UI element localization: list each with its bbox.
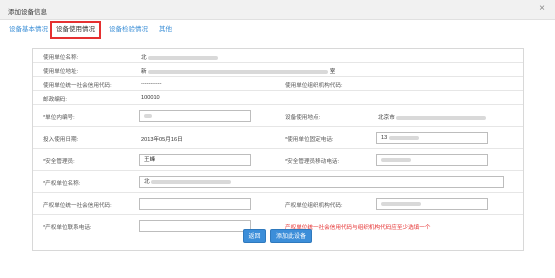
row-safety-manager: *安全管理员: 王峰 *安全管理员移动电话: <box>33 149 523 171</box>
unit-address-label: 使用单位地址: <box>43 69 79 75</box>
location-label: 设备使用地点: <box>285 115 321 121</box>
start-date-label: 投入使用日期: <box>43 137 79 143</box>
tab-basic-info[interactable]: 设备基本情况 <box>6 23 51 37</box>
owner-org-label: 产权单位组织机构代码: <box>285 203 343 209</box>
tab-bar: 设备基本情况 设备使用情况 设备检验情况 其他 <box>0 20 555 39</box>
fixed-phone-label: *使用单位固定电话: <box>285 137 334 143</box>
owner-credit-input[interactable] <box>139 198 251 210</box>
dialog-title: 添加设备信息 <box>8 9 47 16</box>
org-code-label: 使用单位组织机构代码: <box>285 83 343 89</box>
credit-code-label: 使用单位统一社会信用代码: <box>43 83 112 89</box>
close-icon[interactable]: × <box>539 4 545 14</box>
owner-credit-label: 产权单位统一社会信用代码: <box>43 203 112 209</box>
tab-usage-info[interactable]: 设备使用情况 <box>50 21 101 39</box>
row-unit-name: 使用单位名称: 北 <box>33 49 523 63</box>
back-button[interactable]: 返回 <box>243 229 266 243</box>
fixed-phone-input[interactable]: 13 <box>376 132 488 144</box>
owner-name-input[interactable]: 北 <box>139 176 504 188</box>
postcode-label: 邮政编码: <box>43 97 67 103</box>
owner-org-input[interactable] <box>376 198 488 210</box>
usage-form-panel: 使用单位名称: 北 使用单位地址: 新 室 使用单位统一社会信用代码: ----… <box>32 48 524 251</box>
row-owner-name: *产权单位名称: 北 <box>33 171 523 193</box>
row-postcode: 邮政编码: 100010 <box>33 91 523 105</box>
row-start-date: 投入使用日期: 2013年05月16日 *使用单位固定电话: 13 <box>33 127 523 149</box>
credit-code-value: ----------- <box>141 81 162 87</box>
unit-address-value: 新 室 <box>141 69 336 75</box>
safety-manager-label: *安全管理员: <box>43 159 75 165</box>
owner-phone-label: *产权单位联系电话: <box>43 225 92 231</box>
tab-other[interactable]: 其他 <box>156 23 175 37</box>
safety-mobile-input[interactable] <box>376 154 488 166</box>
safety-mobile-label: *安全管理员移动电话: <box>285 159 340 165</box>
owner-name-label: *产权单位名称: <box>43 181 81 187</box>
unit-name-value: 北 <box>141 53 219 61</box>
internal-no-input[interactable] <box>139 110 251 122</box>
tab-inspection-info[interactable]: 设备检验情况 <box>106 23 151 37</box>
add-device-button[interactable]: 添加此设备 <box>270 229 312 243</box>
postcode-value: 100010 <box>141 95 160 101</box>
row-internal-no: *单位内编号: 设备使用地点: 北京市 <box>33 105 523 127</box>
owner-phone-input[interactable] <box>139 220 251 232</box>
row-unit-address: 使用单位地址: 新 室 <box>33 63 523 77</box>
internal-no-label: *单位内编号: <box>43 115 75 121</box>
safety-manager-input[interactable]: 王峰 <box>139 154 251 166</box>
row-credit-code: 使用单位统一社会信用代码: ----------- 使用单位组织机构代码: <box>33 77 523 91</box>
location-value: 北京市 <box>378 113 487 121</box>
start-date-value: 2013年05月16日 <box>141 137 183 143</box>
dialog-titlebar: 添加设备信息 × <box>0 0 555 20</box>
unit-name-label: 使用单位名称: <box>43 55 79 61</box>
row-owner-credit: 产权单位统一社会信用代码: 产权单位组织机构代码: <box>33 193 523 215</box>
